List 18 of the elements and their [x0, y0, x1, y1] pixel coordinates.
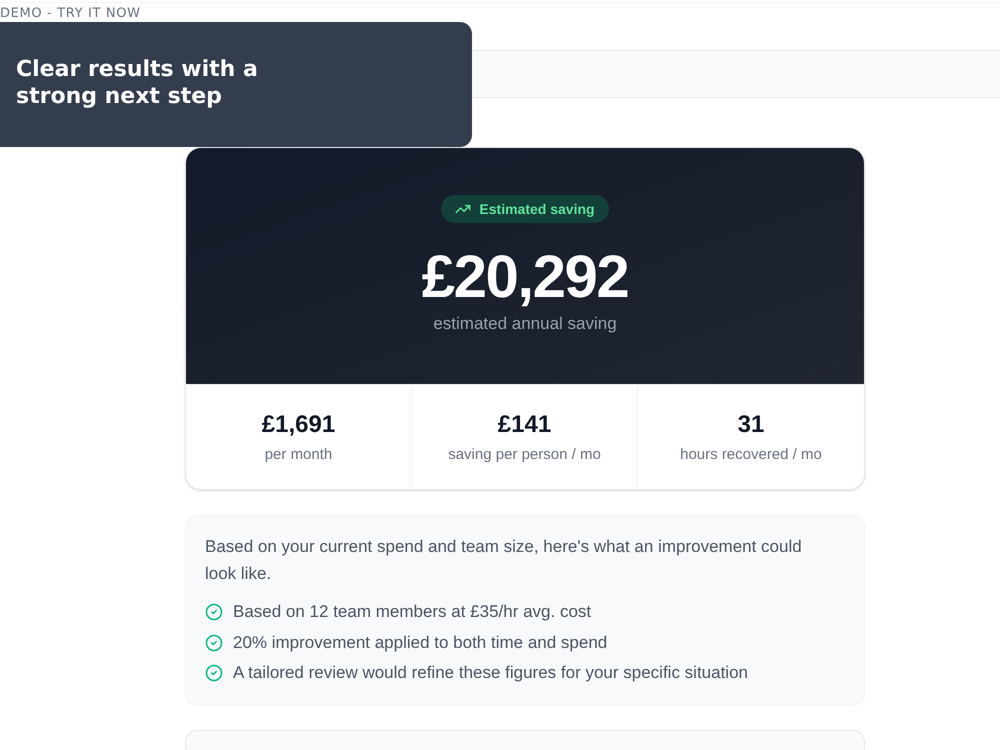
summary-point: A tailored review would refine these figures for your specific situation — [233, 662, 748, 684]
stat-value: £141 — [498, 411, 552, 439]
summary-text: Based on your current spend and team size, here's what an improvement could look like. — [205, 536, 803, 585]
summary-point: Based on 12 team members at £35/hr avg. cost — [233, 601, 592, 623]
amount-caption: estimated annual saving — [433, 313, 617, 335]
summary-point: 20% improvement applied to both time and spend — [233, 632, 608, 654]
check-circle-icon — [205, 634, 223, 652]
stat-value: £1,691 — [262, 411, 336, 439]
callout-title: Clear results with a strong next step — [16, 56, 259, 110]
stat-value: 31 — [738, 411, 764, 439]
annual-amount: £20,292 — [422, 248, 628, 306]
stat-label: hours recovered / mo — [680, 445, 822, 465]
check-circle-icon — [205, 664, 223, 682]
demo-label: DEMO - TRY IT NOW — [0, 6, 141, 21]
check-circle-icon — [205, 603, 223, 621]
stat-label: per month — [264, 445, 332, 465]
stat-label: saving per person / mo — [448, 445, 601, 465]
estimate-badge: Estimated saving — [441, 195, 609, 223]
